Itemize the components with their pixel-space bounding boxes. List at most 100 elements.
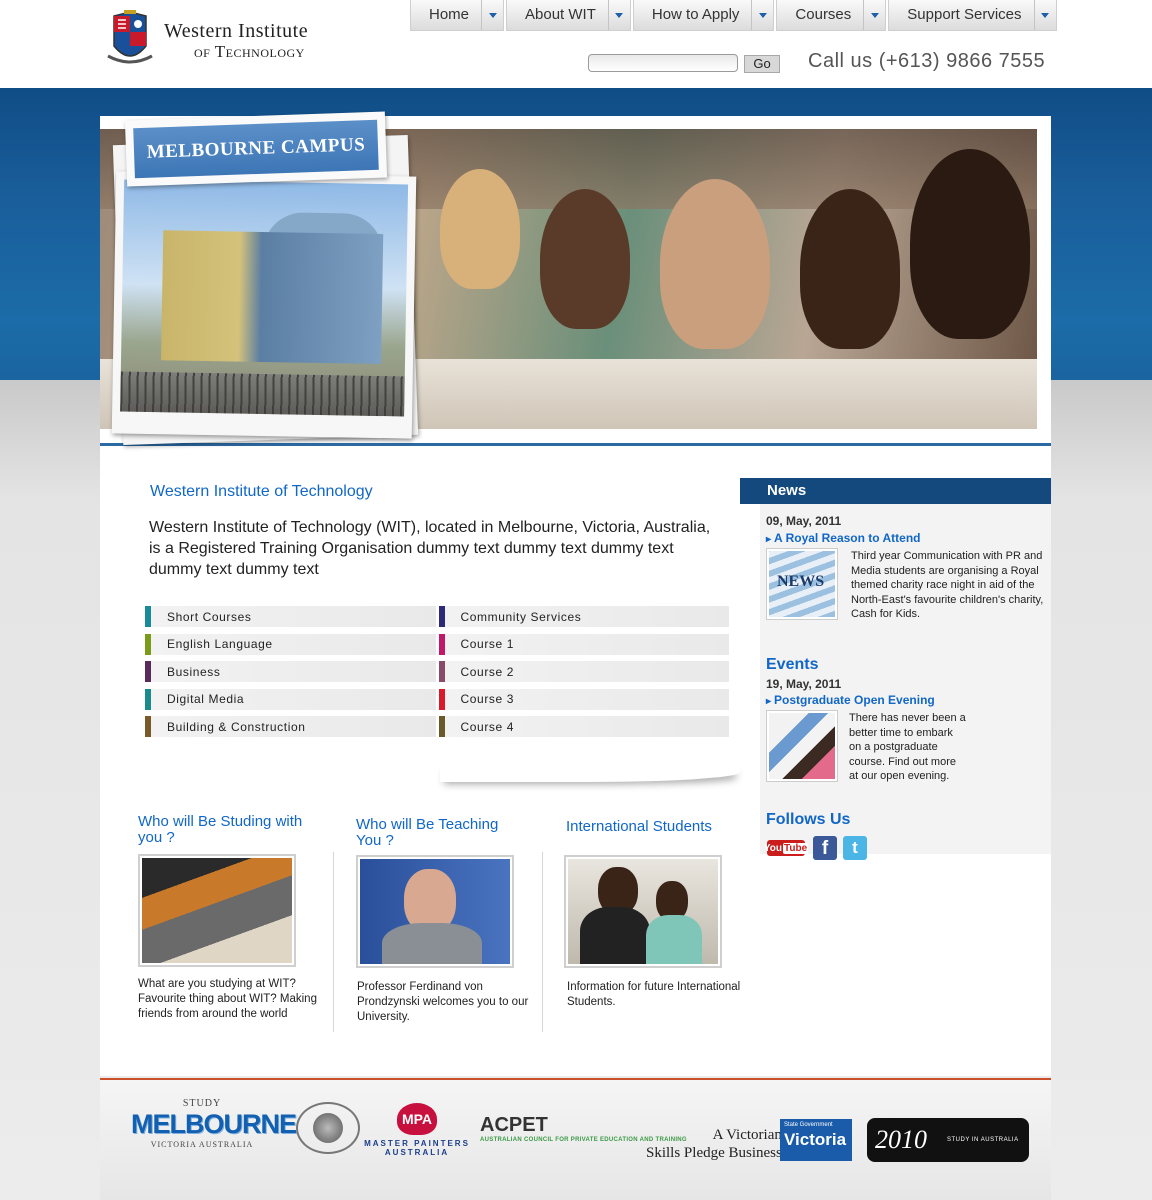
course-color-bar [438,633,445,655]
course-label[interactable]: Short Courses [167,610,252,624]
campus-building-photo [120,179,409,417]
intro-title: Western Institute of Technology [150,483,373,500]
study-australia-text: STUDY IN AUSTRALIA [947,1137,1019,1143]
nav-label[interactable]: Support Services [889,0,1033,30]
news-header: News [740,478,1051,504]
nav-label[interactable]: About WIT [507,0,608,30]
hero-divider [100,443,1051,446]
block-image-teaching[interactable] [356,855,514,968]
course-color-bar [438,688,445,710]
nav-label[interactable]: How to Apply [634,0,752,30]
course-item[interactable]: Course 1 [438,633,729,655]
search-go-button[interactable]: Go [744,55,780,73]
course-item[interactable]: Short Courses [145,606,436,627]
skills-pledge-logo[interactable]: A Victorian Skills Pledge Business [646,1126,782,1162]
campus-label-text: MELBOURNE CAMPUS [133,119,379,179]
block-image-international[interactable] [564,855,722,968]
twitter-icon[interactable]: t [843,836,867,860]
block-title-studying[interactable]: Who will Be Studing with you ? [138,814,308,846]
course-color-bar [145,661,151,682]
follow-us-title: Follows Us [766,811,851,828]
facebook-icon[interactable]: f [813,836,837,860]
course-label[interactable]: Building & Construction [167,720,306,734]
course-color-bar [438,606,445,627]
search-input[interactable] [588,54,738,72]
course-color-bar [438,716,445,737]
chevron-down-icon[interactable] [607,0,630,30]
vic-main-text: Victoria [784,1130,847,1149]
nav-label[interactable]: Home [411,0,481,30]
course-label[interactable]: Course 1 [461,637,515,651]
skills-line-2: Skills Pledge Business [646,1145,782,1161]
block-text-studying: What are you studying at WIT? Favourite … [138,978,317,1020]
logo-line-1: Western Institute [164,19,309,42]
study-melbourne-logo[interactable]: STUDY MELBOURNE VICTORIA AUSTRALIA [131,1098,297,1149]
news-headline-link[interactable]: A Royal Reason to Attend [766,531,920,545]
course-list: Short Courses Community Services English… [145,606,729,744]
event-date: 19, May, 2011 [766,677,842,691]
event-headline-link[interactable]: Postgraduate Open Evening [766,693,935,707]
course-list-shadow [440,762,740,782]
course-item[interactable]: Digital Media [145,688,436,710]
crest-icon [104,10,156,70]
nav-about[interactable]: About WIT [506,0,631,31]
social-links: You Tube f t [764,836,867,860]
chevron-down-icon[interactable] [863,0,885,30]
campus-label: MELBOURNE CAMPUS [124,111,388,187]
youtube-icon[interactable]: You Tube [764,840,809,856]
nav-how-to-apply[interactable]: How to Apply [632,0,775,31]
seal-logo[interactable] [296,1102,360,1154]
course-item[interactable]: Business [145,661,436,682]
event-thumbnail[interactable] [766,710,838,782]
events-title: Events [766,656,819,673]
course-color-bar [145,606,151,627]
block-divider [333,852,334,1032]
course-label[interactable]: Course 2 [461,665,515,679]
nav-courses[interactable]: Courses [776,0,887,31]
vic-small-text: State Government [784,1122,833,1128]
chevron-down-icon[interactable] [751,0,773,30]
event-summary: There has never been a better time to em… [849,712,966,782]
course-item[interactable]: Building & Construction [145,716,436,737]
news-date: 09, May, 2011 [766,514,842,528]
block-text-teaching: Professor Ferdinand von Prondzynski welc… [357,981,529,1023]
year-text: 2010 [875,1125,927,1154]
course-item[interactable]: Course 2 [438,661,729,682]
news-thumbnail[interactable]: NEWS [766,548,838,620]
course-item[interactable]: Course 4 [438,716,729,737]
course-label[interactable]: Business [167,665,221,679]
logo-text: Western Institute of Technology [164,21,308,60]
course-label[interactable]: Course 4 [461,720,515,734]
intro-text: Western Institute of Technology (WIT), l… [149,519,711,578]
study-melbourne-main: MELBOURNE [131,1109,297,1139]
chevron-down-icon[interactable] [481,0,503,30]
chevron-down-icon[interactable] [1033,0,1056,30]
site-logo[interactable]: Western Institute of Technology [104,10,308,70]
course-color-bar [145,688,151,710]
block-divider [542,852,543,1032]
study-melbourne-top: STUDY [182,1098,222,1109]
news-summary: Third year Communication with PR and Med… [851,550,1044,620]
block-title-teaching[interactable]: Who will Be Teaching You ? [356,817,526,849]
course-label[interactable]: Digital Media [167,692,244,706]
study-melbourne-sub: VICTORIA AUSTRALIA [150,1140,254,1149]
block-title-international[interactable]: International Students [566,819,746,835]
course-item[interactable]: Community Services [438,606,729,627]
course-label[interactable]: Course 3 [461,692,515,706]
block-image-studying[interactable] [138,854,296,967]
victoria-government-logo[interactable]: State Government Victoria [780,1119,852,1161]
nav-support-services[interactable]: Support Services [888,0,1057,31]
course-item[interactable]: Course 3 [438,688,729,710]
mpa-logo[interactable]: MPA MASTER PAINTERS AUSTRALIA [362,1103,472,1157]
course-label[interactable]: Community Services [461,610,582,624]
mpa-badge: MPA [397,1103,437,1135]
skills-line-1: A Victorian [712,1127,782,1143]
course-label[interactable]: English Language [167,637,273,651]
nav-home[interactable]: Home [410,0,505,31]
course-item[interactable]: English Language [145,633,436,655]
course-color-bar [145,633,151,655]
campus-photo-frame [111,171,417,439]
study-in-australia-logo[interactable]: 2010 STUDY IN AUSTRALIA [867,1118,1029,1162]
nav-label[interactable]: Courses [777,0,863,30]
main-navigation: Home About WIT How to Apply Courses Supp… [410,0,1059,31]
